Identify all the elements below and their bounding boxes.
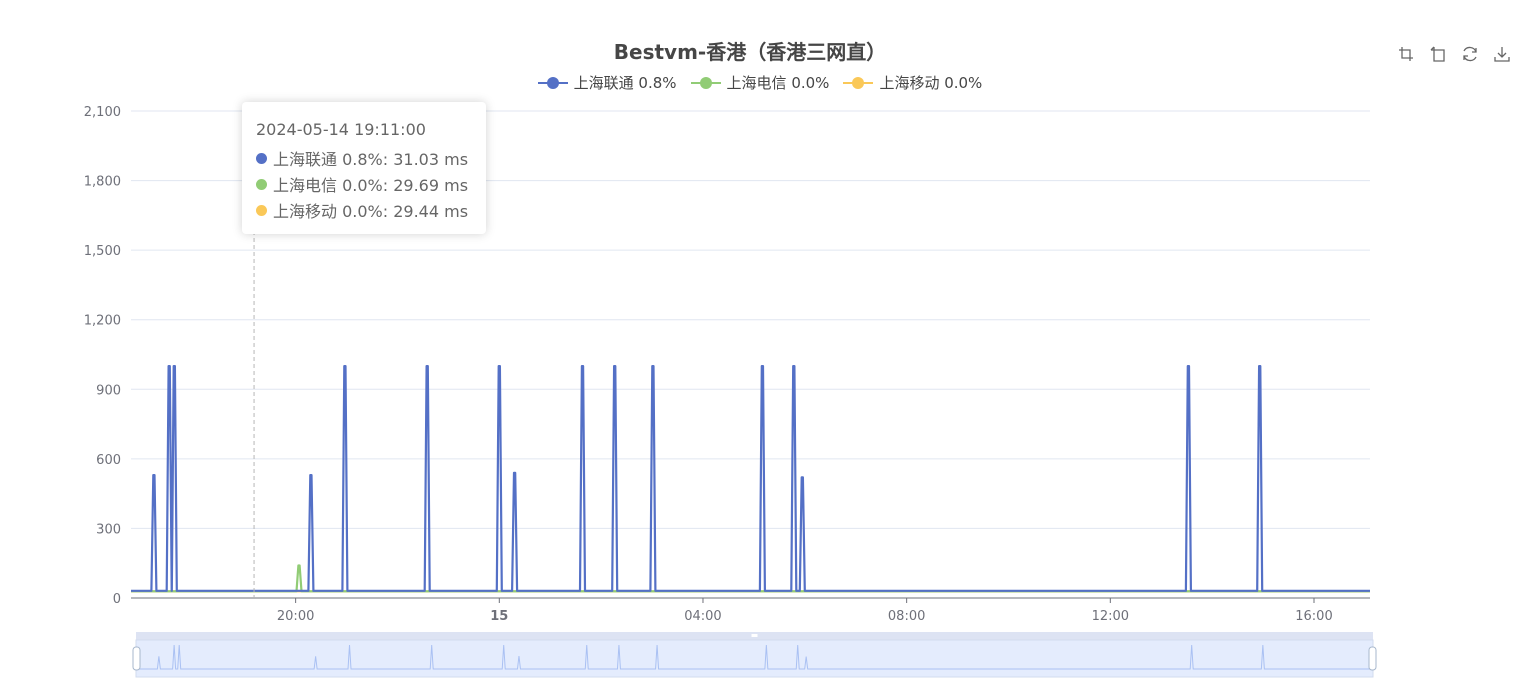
datazoom-right-handle	[1368, 646, 1377, 671]
x-tick-label: 16:00	[1295, 609, 1332, 624]
x-tick-label: 04:00	[684, 609, 721, 624]
tooltip-row-label: 上海移动 0.0%: 29.44 ms	[273, 202, 469, 221]
series-line	[131, 564, 1370, 593]
series-lines	[131, 365, 1370, 593]
tooltip-dot	[256, 152, 267, 164]
y-tick-label: 300	[96, 522, 121, 537]
tooltip-row-unicom: 上海联通 0.8%: 31.03 ms	[256, 146, 468, 170]
tooltip-row-label: 上海电信 0.0%: 29.69 ms	[273, 176, 469, 195]
tooltip-dot	[256, 204, 267, 216]
y-tick-label: 900	[96, 383, 121, 398]
x-tick-label: 08:00	[888, 609, 925, 624]
tooltip-row-mobile: 上海移动 0.0%: 29.44 ms	[256, 198, 468, 222]
y-tick-label: 1,200	[84, 314, 121, 329]
datazoom-left-handle	[132, 646, 141, 671]
y-axis: 0 300 600 900 1,200 1,500 1,800 2,100	[84, 105, 121, 607]
datazoom-slider[interactable]	[132, 632, 1377, 678]
x-tick-label: 12:00	[1092, 609, 1129, 624]
x-axis: 20:00 15 04:00 08:00 12:00 16:00	[277, 598, 1333, 624]
chart-canvas: 0 300 600 900 1,200 1,500 1,800 2,100 20:00 15 04…	[84, 105, 1377, 678]
y-tick-label: 1,500	[84, 244, 121, 259]
y-tick-label: 1,800	[84, 175, 121, 190]
x-tick-label: 20:00	[277, 609, 314, 624]
datazoom-grip	[751, 634, 758, 637]
tooltip-time: 2024-05-14 19:11:00	[256, 120, 426, 139]
x-tick-label: 15	[490, 609, 508, 624]
series-line	[131, 365, 1370, 592]
datazoom-track	[135, 639, 1374, 678]
tooltip-row-label: 上海联通 0.8%: 31.03 ms	[273, 150, 469, 169]
tooltip-row-telecom: 上海电信 0.0%: 29.69 ms	[256, 172, 468, 196]
y-tick-label: 2,100	[84, 105, 121, 120]
y-tick-label: 600	[96, 453, 121, 468]
tooltip-dot	[256, 178, 267, 190]
y-tick-label: 0	[113, 592, 121, 607]
chart-tooltip: 2024-05-14 19:11:00 上海联通 0.8%: 31.03 ms …	[242, 102, 486, 234]
